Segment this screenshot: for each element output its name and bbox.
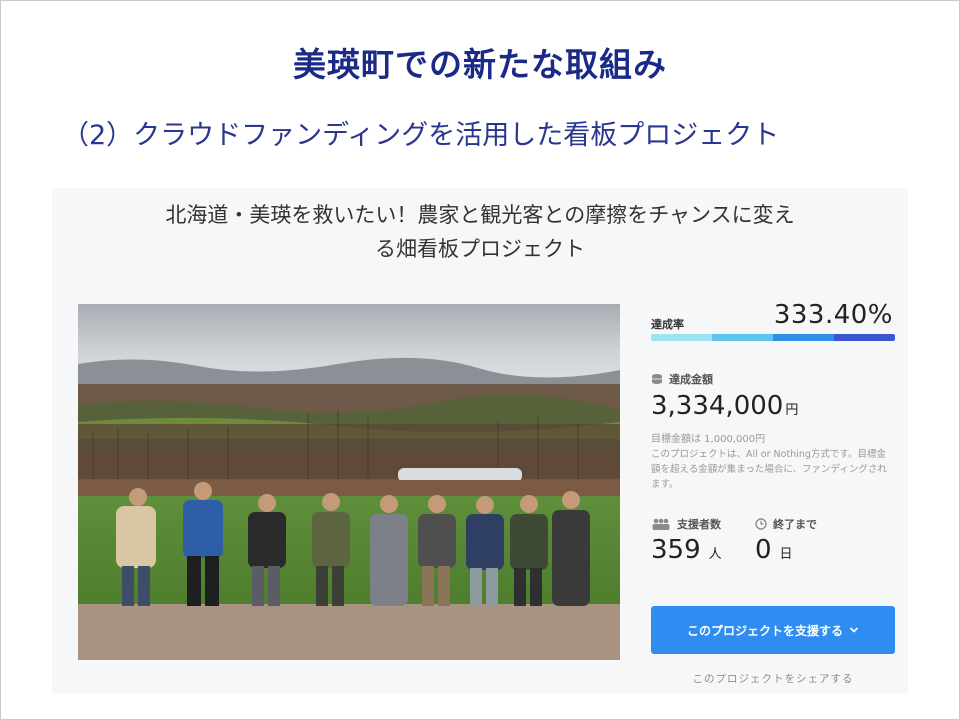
supporters-label-row: 支援者数: [651, 516, 721, 532]
support-project-button[interactable]: このプロジェクトを支援する: [651, 606, 895, 654]
amount-value: 3,334,000: [651, 391, 784, 421]
progress-segment: [712, 334, 773, 341]
support-button-label: このプロジェクトを支援する: [686, 623, 843, 638]
supporters-count: 359: [651, 535, 701, 565]
remaining-label-row: 終了まで: [755, 516, 817, 532]
chevron-down-icon: [849, 627, 859, 633]
project-title[interactable]: 北海道・美瑛を救いたい！農家と観光客との摩擦をチャンスに変え る畑看板プロジェク…: [52, 198, 908, 266]
supporters-label: 支援者数: [677, 518, 721, 531]
remaining-value-row: 0日: [755, 535, 793, 565]
all-or-nothing-note: このプロジェクトは、All or Nothing方式です。目標金額を超える金額が…: [651, 449, 887, 490]
progress-bar: [651, 334, 895, 341]
project-photo[interactable]: [78, 304, 620, 660]
progress-segment: [651, 334, 712, 341]
remaining-label: 終了まで: [773, 518, 817, 531]
remaining-unit: 日: [779, 547, 793, 562]
amount-label-row: 達成金額: [651, 371, 713, 387]
progress-segment: [834, 334, 895, 341]
supporters-value-row: 359 人: [651, 535, 722, 565]
achievement-rate-value: 333.40%: [773, 300, 893, 330]
goal-amount-text: 目標金額は 1,000,000円: [651, 434, 766, 445]
slide-title: 美瑛町での新たな取組み: [293, 45, 667, 84]
clock-icon: [755, 518, 767, 530]
amount-label: 達成金額: [669, 373, 713, 386]
amount-value-row: 3,334,000 円: [651, 391, 798, 421]
share-project-link[interactable]: このプロジェクトをシェアする: [651, 671, 895, 686]
supporters-unit: 人: [708, 547, 722, 562]
people-icon: [652, 518, 670, 530]
progress-segment: [773, 334, 834, 341]
achievement-rate-label: 達成率: [651, 318, 684, 331]
slide-subtitle: （2）クラウドファンディングを活用した看板プロジェクト: [62, 120, 780, 151]
coins-icon: [652, 374, 662, 384]
project-title-line1: 北海道・美瑛を救いたい！農家と観光客との摩擦をチャンスに変え: [165, 203, 795, 227]
remaining-days: 0: [755, 535, 772, 565]
amount-unit: 円: [785, 403, 799, 418]
project-title-line2: る畑看板プロジェクト: [375, 237, 585, 261]
project-panel: 北海道・美瑛を救いたい！農家と観光客との摩擦をチャンスに変え る畑看板プロジェク…: [52, 188, 908, 693]
farmers-group-photo: [78, 304, 620, 660]
